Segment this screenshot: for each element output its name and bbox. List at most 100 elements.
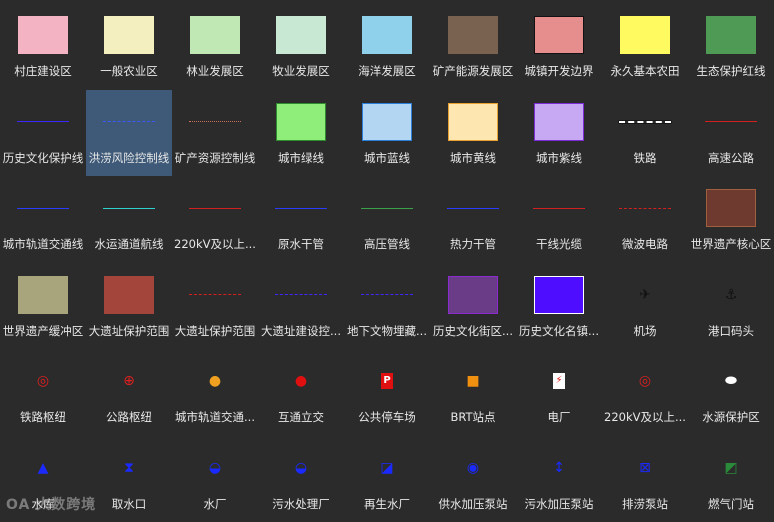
legend-item[interactable]: ● 城市轨道交通...	[172, 349, 258, 435]
line-symbol	[344, 188, 430, 228]
legend-item[interactable]: ↕ 污水加压泵站	[516, 436, 602, 522]
line-symbol	[0, 102, 86, 142]
legend-item[interactable]: ⚓ 港口码头	[688, 263, 774, 349]
fill-swatch	[430, 15, 516, 55]
legend-item[interactable]: ■ BRT站点	[430, 349, 516, 435]
legend-item[interactable]: 城市黄线	[430, 90, 516, 176]
legend-item[interactable]: ⚡ 电厂	[516, 349, 602, 435]
reclaimed-water-plant-icon: ◪	[380, 459, 394, 476]
legend-item[interactable]: 高速公路	[688, 90, 774, 176]
legend-item[interactable]: 永久基本农田	[602, 3, 688, 89]
legend-item[interactable]: 历史文化保护线	[0, 90, 86, 176]
line-symbol	[430, 188, 516, 228]
line-symbol	[86, 102, 172, 142]
legend-item[interactable]: ◎ 铁路枢纽	[0, 349, 86, 435]
legend-item[interactable]: 城镇开发边界	[516, 3, 602, 89]
line-symbol	[172, 102, 258, 142]
legend-item[interactable]: 热力干管	[430, 176, 516, 262]
legend-item[interactable]: 林业发展区	[172, 3, 258, 89]
legend-item[interactable]: 村庄建设区	[0, 3, 86, 89]
legend-item-label: 燃气门站	[708, 496, 754, 511]
parking-icon: P	[344, 361, 430, 401]
anchor-icon: ⚓	[724, 286, 738, 303]
legend-item[interactable]: 历史文化街区...	[430, 263, 516, 349]
fill-swatch	[258, 15, 344, 55]
metro-station-icon: ●	[208, 373, 222, 389]
legend-item[interactable]: 微波电路	[602, 176, 688, 262]
gas-station-icon: ◩	[724, 459, 738, 476]
legend-item[interactable]: 矿产资源控制线	[172, 90, 258, 176]
legend-item[interactable]: 220kV及以上...	[172, 176, 258, 262]
legend-item[interactable]: 城市蓝线	[344, 90, 430, 176]
fill-swatch	[688, 15, 774, 55]
drainage-pump-icon: ⊠	[639, 459, 651, 476]
line-symbol	[172, 275, 258, 315]
fill-swatch	[516, 275, 602, 315]
legend-item[interactable]: 城市绿线	[258, 90, 344, 176]
fill-swatch	[602, 15, 688, 55]
legend-item[interactable]: 铁路	[602, 90, 688, 176]
legend-item[interactable]: 生态保护红线	[688, 3, 774, 89]
legend-item[interactable]: 矿产能源发展区	[430, 3, 516, 89]
legend-item[interactable]: ◩ 燃气门站	[688, 436, 774, 522]
legend-item[interactable]: ⊠ 排涝泵站	[602, 436, 688, 522]
legend-item[interactable]: 地下文物埋藏...	[344, 263, 430, 349]
fill-swatch	[430, 102, 516, 142]
legend-item[interactable]: 大遗址建设控...	[258, 263, 344, 349]
fill-swatch	[172, 15, 258, 55]
legend-item[interactable]: 世界遗产缓冲区	[0, 263, 86, 349]
fill-swatch	[516, 15, 602, 55]
legend-symbol-grid: 村庄建设区 一般农业区 林业发展区 牧业发展区 海洋发展区 矿产能源发展区 城镇开发边界 永久…	[0, 0, 774, 518]
water-source-icon: ⬬	[725, 373, 737, 389]
legend-item[interactable]: 历史文化名镇...	[516, 263, 602, 349]
legend-item[interactable]: 牧业发展区	[258, 3, 344, 89]
fill-swatch	[258, 102, 344, 142]
legend-item[interactable]: ⊕ 公路枢纽	[86, 349, 172, 435]
legend-item[interactable]: 城市轨道交通线	[0, 176, 86, 262]
legend-item[interactable]: ✈ 机场	[602, 263, 688, 349]
sewage-pump-icon: ↕	[553, 459, 565, 476]
legend-item[interactable]: 原水干管	[258, 176, 344, 262]
line-symbol	[602, 102, 688, 142]
legend-item[interactable]: 干线光缆	[516, 176, 602, 262]
reservoir-icon: ▲	[37, 459, 49, 476]
legend-item[interactable]: P 公共停车场	[344, 349, 430, 435]
line-symbol	[258, 275, 344, 315]
legend-item[interactable]: ◪ 再生水厂	[344, 436, 430, 522]
legend-item[interactable]: ◉ 供水加压泵站	[430, 436, 516, 522]
legend-item[interactable]: 大遗址保护范围	[172, 263, 258, 349]
line-symbol	[0, 188, 86, 228]
legend-item[interactable]: 高压管线	[344, 176, 430, 262]
fill-swatch	[0, 15, 86, 55]
legend-item[interactable]: 一般农业区	[86, 3, 172, 89]
legend-item[interactable]: 洪涝风险控制线	[86, 89, 172, 176]
legend-item[interactable]: ◒ 污水处理厂	[258, 436, 344, 522]
water-supply-pump-icon: ◉	[466, 459, 480, 476]
legend-item[interactable]: ⬬ 水源保护区	[688, 349, 774, 435]
airplane-icon: ✈	[639, 286, 651, 303]
power-plant-icon: ⚡	[516, 361, 602, 401]
fill-swatch	[0, 275, 86, 315]
line-symbol	[688, 102, 774, 142]
legend-item[interactable]: ◒ 水厂	[172, 436, 258, 522]
legend-item[interactable]: ● 互通立交	[258, 349, 344, 435]
legend-item[interactable]: 世界遗产核心区	[688, 176, 774, 262]
line-symbol	[86, 188, 172, 228]
line-symbol	[602, 188, 688, 228]
water-intake-icon: ⧗	[124, 459, 134, 476]
legend-item-label: 世界遗产核心区	[690, 237, 772, 251]
fill-swatch	[344, 102, 430, 142]
legend-item[interactable]: 大遗址保护范围	[86, 263, 172, 349]
fill-swatch	[430, 275, 516, 315]
fill-swatch	[516, 102, 602, 142]
legend-item[interactable]: 城市紫线	[516, 90, 602, 176]
legend-item[interactable]: ⧗ 取水口	[86, 436, 172, 522]
legend-item-label: 水源保护区	[702, 410, 760, 424]
legend-item[interactable]: ◎ 220kV及以上...	[602, 349, 688, 435]
interchange-icon: ●	[294, 373, 308, 389]
brt-station-icon: ■	[466, 373, 480, 389]
legend-item[interactable]: 水运通道航线	[86, 176, 172, 262]
railway-hub-icon: ◎	[36, 373, 50, 389]
line-symbol	[516, 188, 602, 228]
legend-item[interactable]: 海洋发展区	[344, 3, 430, 89]
